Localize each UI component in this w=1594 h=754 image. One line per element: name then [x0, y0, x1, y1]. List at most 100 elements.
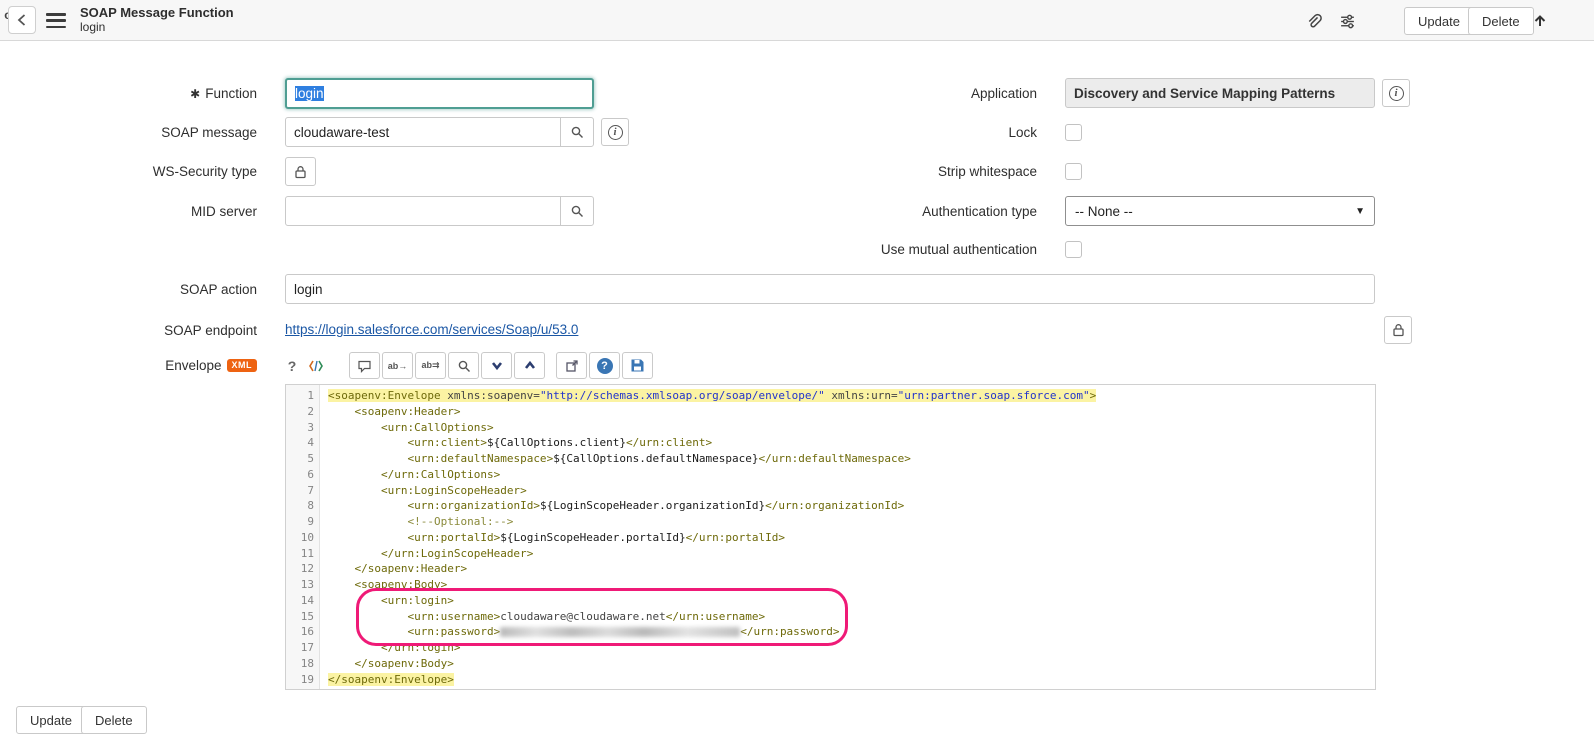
redacted-password [500, 627, 740, 637]
line-number: 14 [286, 593, 314, 609]
mid-server-input[interactable] [285, 196, 561, 226]
ws-security-lock-button[interactable] [285, 157, 316, 186]
line-number: 18 [286, 656, 314, 672]
help-icon: ? [597, 358, 613, 374]
line-number: 3 [286, 420, 314, 436]
code-line[interactable]: <urn:CallOptions> [328, 420, 1375, 436]
code-line[interactable]: <urn:login> [328, 593, 1375, 609]
update-button-footer[interactable]: Update [16, 706, 86, 734]
soap-message-input[interactable] [285, 117, 561, 147]
function-label: ✱ Function [0, 78, 257, 109]
code-line[interactable]: <urn:defaultNamespace>${CallOptions.defa… [328, 451, 1375, 467]
personalize-form-icon[interactable] [1334, 8, 1360, 34]
menu-icon[interactable] [46, 13, 66, 28]
search-icon [570, 204, 584, 218]
line-number: 17 [286, 640, 314, 656]
line-number: 4 [286, 435, 314, 451]
selected-text: login [295, 86, 324, 101]
line-number: 10 [286, 530, 314, 546]
line-number: 7 [286, 483, 314, 499]
line-number: 16 [286, 624, 314, 640]
find-previous-button[interactable] [514, 352, 545, 379]
code-line[interactable]: <urn:organizationId>${LoginScopeHeader.o… [328, 498, 1375, 514]
code-line[interactable]: <urn:portalId>${LoginScopeHeader.portalI… [328, 530, 1375, 546]
delete-button-footer[interactable]: Delete [81, 706, 147, 734]
line-number: 6 [286, 467, 314, 483]
code-line[interactable]: <urn:client>${CallOptions.client}</urn:c… [328, 435, 1375, 451]
find-next-button[interactable] [481, 352, 512, 379]
use-mutual-authentication-checkbox[interactable] [1065, 241, 1082, 258]
lock-checkbox[interactable] [1065, 124, 1082, 141]
editor-help-icon[interactable]: ? [283, 352, 301, 379]
info-icon: i [608, 125, 623, 140]
soap-message-label: SOAP message [0, 117, 257, 147]
syntax-format-icon[interactable] [304, 352, 328, 379]
authentication-type-select[interactable]: -- None -- ▼ [1065, 196, 1375, 226]
code-line[interactable]: <!--Optional:--> [328, 514, 1375, 530]
authentication-type-label: Authentication type [770, 196, 1037, 226]
back-button[interactable] [8, 6, 36, 34]
lock-icon [1392, 323, 1405, 337]
search-icon [457, 359, 471, 373]
xml-badge: XML [227, 359, 258, 372]
ws-security-type-label: WS-Security type [0, 157, 257, 186]
code-line[interactable]: </soapenv:Header> [328, 561, 1375, 577]
editor-save-button[interactable] [622, 352, 653, 379]
soap-endpoint-lock-button[interactable] [1384, 316, 1412, 344]
soap-endpoint-link[interactable]: https://login.salesforce.com/services/So… [285, 322, 578, 337]
soap-action-input[interactable] [285, 274, 1375, 304]
line-number: 11 [286, 546, 314, 562]
line-number: 12 [286, 561, 314, 577]
code-line[interactable]: </soapenv:Body> [328, 656, 1375, 672]
code-line[interactable]: <soapenv:Header> [328, 404, 1375, 420]
code-line[interactable]: <soapenv:Envelope xmlns:soapenv="http://… [328, 388, 1375, 404]
pop-out-icon [565, 359, 579, 373]
soap-message-lookup-button[interactable] [560, 117, 594, 147]
editor-code[interactable]: <soapenv:Envelope xmlns:soapenv="http://… [320, 385, 1375, 689]
update-button-header[interactable]: Update [1404, 7, 1474, 35]
chevron-left-icon [16, 13, 28, 27]
delete-button-header[interactable]: Delete [1468, 7, 1534, 35]
attachment-icon[interactable] [1300, 8, 1326, 34]
code-line[interactable]: <urn:username>cloudaware@cloudaware.net<… [328, 609, 1375, 625]
replace-icon: ab→ [388, 361, 408, 371]
soap-endpoint-label: SOAP endpoint [0, 316, 257, 344]
code-line[interactable]: </urn:CallOptions> [328, 467, 1375, 483]
line-number: 5 [286, 451, 314, 467]
line-number: 8 [286, 498, 314, 514]
mid-server-label: MID server [0, 196, 257, 226]
code-line[interactable]: <soapenv:Body> [328, 577, 1375, 593]
strip-whitespace-checkbox[interactable] [1065, 163, 1082, 180]
chevron-down-icon [490, 359, 504, 372]
header-bar: SOAP Message Function login ooo Update D… [0, 0, 1594, 41]
chevron-up-icon [523, 359, 537, 372]
open-in-window-button[interactable] [556, 352, 587, 379]
code-line[interactable]: </soapenv:Envelope> [328, 672, 1375, 688]
record-subtitle: login [80, 20, 234, 35]
code-line[interactable]: <urn:password></urn:password> [328, 624, 1375, 640]
toggle-comment-button[interactable] [349, 352, 380, 379]
line-number: 19 [286, 672, 314, 688]
editor-search-button[interactable] [448, 352, 479, 379]
function-input[interactable]: login [285, 78, 594, 109]
application-info-button[interactable]: i [1382, 79, 1410, 107]
code-line[interactable]: </urn:LoginScopeHeader> [328, 546, 1375, 562]
lock-icon [294, 165, 307, 179]
line-number: 13 [286, 577, 314, 593]
strip-whitespace-label: Strip whitespace [770, 156, 1037, 186]
mid-server-lookup-button[interactable] [560, 196, 594, 226]
line-number: 1 [286, 388, 314, 404]
application-label: Application [770, 78, 1037, 108]
page-title: SOAP Message Function [80, 5, 234, 20]
save-icon [630, 358, 645, 373]
scroll-top-icon[interactable] [1527, 8, 1553, 34]
code-line[interactable]: </urn:login> [328, 640, 1375, 656]
replace-all-icon: ab⇉ [421, 360, 439, 371]
code-line[interactable]: <urn:LoginScopeHeader> [328, 483, 1375, 499]
soap-message-info-button[interactable]: i [601, 118, 629, 146]
envelope-code-editor[interactable]: 12345678910111213141516171819 <soapenv:E… [285, 384, 1376, 690]
line-number: 9 [286, 514, 314, 530]
editor-help-button[interactable]: ? [589, 352, 620, 379]
replace-all-button[interactable]: ab⇉ [415, 352, 446, 379]
replace-button[interactable]: ab→ [382, 352, 413, 379]
